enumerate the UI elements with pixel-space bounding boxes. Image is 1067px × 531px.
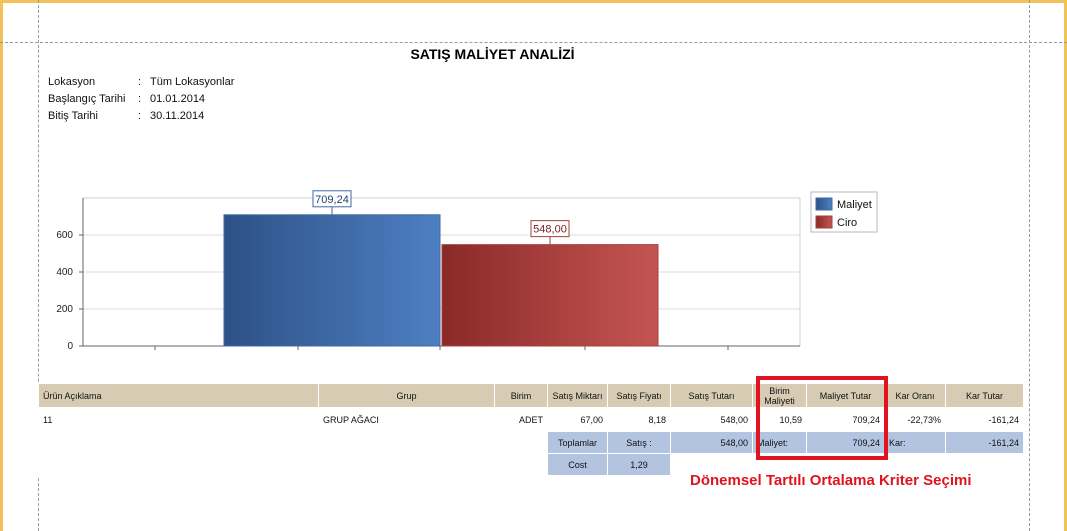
col-header-sales-total: Satış Tutarı <box>670 383 753 408</box>
report-meta: Lokasyon : Tüm Lokasyonlar Başlangıç Tar… <box>48 74 234 125</box>
highlight-box <box>756 376 888 460</box>
annotation-text: Dönemsel Tartılı Ortalama Kriter Seçimi <box>690 472 972 489</box>
chart-svg: 0 200 400 600 709,24 548,00 Maliyet Ciro <box>56 190 878 352</box>
cell-group: GRUP AĞACI <box>318 407 495 432</box>
meta-value: Tüm Lokasyonlar <box>150 76 235 88</box>
totals-spacer <box>38 431 548 454</box>
meta-colon: : <box>138 76 142 88</box>
report-title: SATIŞ MALİYET ANALİZİ <box>410 46 575 62</box>
margin-guide-right <box>1029 0 1030 531</box>
meta-row-location: Lokasyon : Tüm Lokasyonlar <box>48 74 234 91</box>
col-header-group: Grup <box>318 383 495 408</box>
margin-guide-top <box>0 42 1067 43</box>
col-header-profit-rate: Kar Oranı <box>884 383 946 408</box>
meta-value: 30.11.2014 <box>150 110 205 122</box>
meta-row-start-date: Başlangıç Tarihi : 01.01.2014 <box>48 91 234 108</box>
totals-sales-label: Satış : <box>607 431 671 454</box>
meta-label: Lokasyon <box>48 76 96 88</box>
legend-swatch <box>815 215 833 229</box>
cell-sales-total: 548,00 <box>670 407 753 432</box>
col-header-unit: Birim <box>494 383 548 408</box>
meta-colon: : <box>138 110 142 122</box>
cost-label: Cost <box>547 453 608 476</box>
legend-swatch <box>815 197 833 211</box>
y-tick-label: 200 <box>56 304 73 315</box>
legend-label: Ciro <box>837 217 857 229</box>
cell-price: 8,18 <box>607 407 671 432</box>
bar-ciro <box>441 244 659 347</box>
totals-label: Toplamlar <box>547 431 608 454</box>
bar-maliyet <box>223 214 441 347</box>
totals-profit-value: -161,24 <box>945 431 1024 454</box>
col-header-quantity: Satış Miktarı <box>547 383 608 408</box>
y-tick-label: 0 <box>67 341 73 352</box>
meta-value: 01.01.2014 <box>150 93 206 105</box>
y-tick-label: 400 <box>56 267 73 278</box>
cost-spacer <box>38 453 548 476</box>
cell-quantity: 67,00 <box>547 407 608 432</box>
col-header-product: Ürün Açıklama <box>38 383 319 408</box>
cost-revenue-chart: 0 200 400 600 709,24 548,00 Maliyet Ciro <box>40 180 990 370</box>
cell-profit-total: -161,24 <box>945 407 1024 432</box>
data-label: 548,00 <box>533 224 567 236</box>
totals-sales-value: 548,00 <box>670 431 753 454</box>
meta-label: Başlangıç Tarihi <box>48 93 126 105</box>
meta-row-end-date: Bitiş Tarihi : 30.11.2014 <box>48 108 234 125</box>
y-tick-label: 600 <box>56 230 73 241</box>
legend-label: Maliyet <box>837 199 872 211</box>
meta-colon: : <box>138 93 142 105</box>
totals-profit-label: Kar: <box>884 431 946 454</box>
col-header-price: Satış Fiyatı <box>607 383 671 408</box>
meta-label: Bitiş Tarihi <box>48 110 98 122</box>
cell-product: 11 <box>38 407 319 432</box>
data-label: 709,24 <box>315 194 349 206</box>
cell-profit-rate: -22,73% <box>884 407 946 432</box>
cost-value: 1,29 <box>607 453 671 476</box>
col-header-profit-total: Kar Tutar <box>945 383 1024 408</box>
cell-unit: ADET <box>494 407 548 432</box>
